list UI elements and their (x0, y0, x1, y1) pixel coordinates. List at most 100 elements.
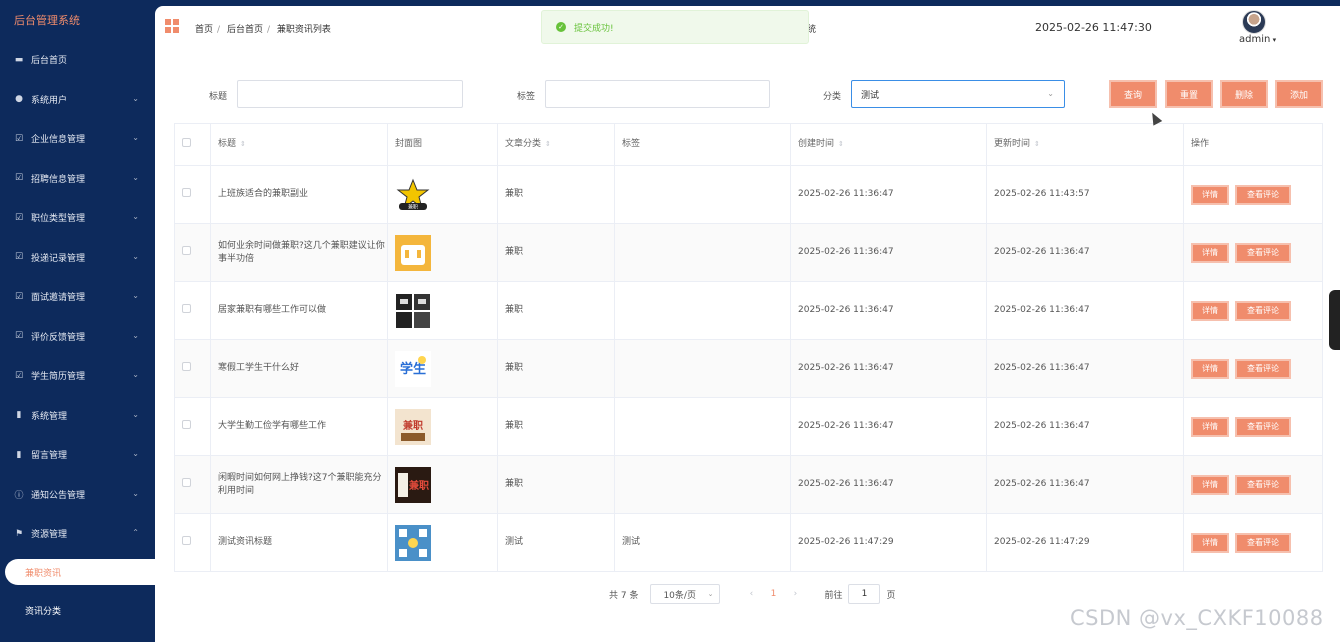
checkbox-icon: ☑ (14, 133, 24, 144)
delete-button[interactable]: 删除 (1220, 80, 1268, 108)
sidebar-item-label: 后台首页 (31, 56, 68, 67)
next-page-button[interactable]: › (784, 589, 806, 599)
sidebar-subitem-parttime-news[interactable]: 兼职资讯 (5, 559, 155, 585)
sidebar-item-feedback[interactable]: ☑ 评价反馈管理 ⌄ (0, 317, 155, 357)
row-checkbox[interactable] (182, 419, 191, 429)
page-number-current[interactable]: 1 (762, 589, 784, 599)
row-checkbox[interactable] (182, 187, 191, 197)
reset-button[interactable]: 重置 (1165, 80, 1213, 108)
sidebar-item-home[interactable]: ▬ 后台首页 (0, 40, 155, 80)
side-drawer-handle[interactable] (1329, 290, 1340, 350)
sidebar-item-resume[interactable]: ☑ 学生简历管理 ⌄ (0, 356, 155, 396)
row-cover: 兼职 (387, 397, 498, 456)
column-header-created[interactable]: 创建时间 ⇕ (790, 123, 987, 166)
chevron-down-icon: ⌄ (132, 212, 139, 221)
detail-button[interactable]: 详情 (1191, 242, 1229, 263)
row-checkbox[interactable] (182, 477, 191, 487)
detail-button[interactable]: 详情 (1191, 416, 1229, 437)
sidebar-item-messages[interactable]: ▮ 留言管理 ⌄ (0, 435, 155, 475)
pagination-total: 共 7 条 (609, 590, 639, 601)
cover-image-text: 兼职 (408, 203, 418, 210)
tag-filter-input[interactable] (545, 80, 770, 108)
menu-grid-icon[interactable] (165, 19, 179, 33)
view-comments-button[interactable]: 查看评论 (1235, 532, 1291, 553)
row-checkbox[interactable] (182, 245, 191, 255)
prev-page-button[interactable]: ‹ (740, 589, 762, 599)
sidebar-item-recruit[interactable]: ☑ 招聘信息管理 ⌄ (0, 159, 155, 199)
row-checkbox[interactable] (182, 361, 191, 371)
checkbox-icon: ☑ (14, 291, 24, 302)
category-select-value: 测试 (861, 90, 880, 101)
sidebar-item-label: 企业信息管理 (31, 135, 86, 146)
table-row: 大学生勤工俭学有哪些工作 兼职 兼职 2025-02-26 11:36:47 2… (174, 397, 1323, 456)
sidebar-item-delivery[interactable]: ☑ 投递记录管理 ⌄ (0, 238, 155, 278)
column-header-tag: 标签 (614, 123, 791, 166)
row-title: 闲暇时间如何网上挣钱?这7个兼职能充分利用时间 (210, 455, 388, 514)
sidebar-item-label: 资源管理 (31, 530, 68, 541)
breadcrumb-current: 兼职资讯列表 (276, 25, 331, 35)
search-button[interactable]: 查询 (1109, 80, 1157, 108)
row-checkbox[interactable] (182, 535, 191, 545)
cover-image (395, 234, 431, 271)
sidebar-item-jobtype[interactable]: ☑ 职位类型管理 ⌄ (0, 198, 155, 238)
sort-icon[interactable]: ⇕ (1034, 140, 1040, 148)
sidebar-subitem-news-category[interactable]: 资讯分类 (5, 597, 155, 623)
row-title: 大学生勤工俭学有哪些工作 (210, 397, 388, 456)
column-header-title[interactable]: 标题 ⇕ (210, 123, 388, 166)
sort-icon[interactable]: ⇕ (838, 140, 844, 148)
category-filter-label: 分类 (823, 92, 842, 102)
sidebar-item-interview[interactable]: ☑ 面试邀请管理 ⌄ (0, 277, 155, 317)
watermark: CSDN @vx_CXKF10088 (1070, 606, 1324, 630)
avatar[interactable] (1242, 10, 1266, 34)
monitor-icon: ▬ (14, 54, 24, 65)
title-filter-input[interactable] (237, 80, 463, 108)
detail-button[interactable]: 详情 (1191, 532, 1229, 553)
row-checkbox[interactable] (182, 303, 191, 313)
sidebar-item-label: 系统用户 (31, 95, 68, 106)
detail-button[interactable]: 详情 (1191, 300, 1229, 321)
page-size-select[interactable]: 10条/页 ⌄ (650, 584, 721, 604)
sidebar-item-label: 面试邀请管理 (31, 293, 86, 304)
detail-button[interactable]: 详情 (1191, 358, 1229, 379)
cover-image: 学生 (395, 350, 431, 387)
view-comments-button[interactable]: 查看评论 (1235, 300, 1291, 321)
breadcrumb-home[interactable]: 首页 (195, 25, 213, 35)
column-header-updated[interactable]: 更新时间 ⇕ (986, 123, 1184, 166)
row-title: 测试资讯标题 (210, 513, 388, 572)
sort-icon[interactable]: ⇕ (240, 140, 246, 148)
view-comments-button[interactable]: 查看评论 (1235, 358, 1291, 379)
chevron-down-icon: ⌄ (132, 488, 139, 498)
detail-button[interactable]: 详情 (1191, 474, 1229, 495)
category-select[interactable]: 测试 ⌄ (851, 80, 1065, 108)
sidebar-item-system[interactable]: ▮ 系统管理 ⌄ (0, 396, 155, 436)
select-all-checkbox[interactable] (182, 137, 191, 147)
sidebar-item-company[interactable]: ☑ 企业信息管理 ⌄ (0, 119, 155, 159)
column-header-category[interactable]: 文章分类 ⇕ (497, 123, 615, 166)
view-comments-button[interactable]: 查看评论 (1235, 184, 1291, 205)
chevron-down-icon: ⌄ (707, 590, 714, 598)
top-bar: 首页 / 后台首页 / 兼职资讯列表 统 ✓ 提交成功! 2025-02-26 11… (155, 6, 1340, 48)
detail-button[interactable]: 详情 (1191, 184, 1229, 205)
row-created: 2025-02-26 11:36:47 (790, 223, 987, 282)
view-comments-button[interactable]: 查看评论 (1235, 242, 1291, 263)
checkbox-icon: ☑ (14, 212, 24, 223)
breadcrumb-dashboard[interactable]: 后台首页 (227, 25, 263, 35)
checkbox-icon: ☑ (14, 252, 24, 263)
bar-chart-icon: ▮ (16, 449, 22, 460)
row-cover (387, 223, 498, 282)
sidebar: 后台管理系统 ▬ 后台首页 ● 系统用户 ⌄ ☑ 企业信息管理 ⌄ ☑ 招聘信息管理 ⌄ ☑ 职… (0, 0, 155, 642)
sidebar-item-notices[interactable]: ⓘ 通知公告管理 ⌄ (0, 475, 155, 515)
cover-image (395, 292, 431, 329)
add-button[interactable]: 添加 (1275, 80, 1323, 108)
view-comments-button[interactable]: 查看评论 (1235, 416, 1291, 437)
sidebar-item-resources[interactable]: ⚑ 资源管理 ⌃ (0, 514, 155, 554)
checkbox-icon: ☑ (14, 331, 24, 342)
filter-bar: 标题 标签 分类 测试 ⌄ 查询 重置 删除 添加 (155, 80, 1340, 110)
row-created: 2025-02-26 11:36:47 (790, 397, 987, 456)
sort-icon[interactable]: ⇕ (545, 140, 551, 148)
sidebar-item-users[interactable]: ● 系统用户 ⌄ (0, 80, 155, 120)
user-menu[interactable]: admin ▾ (1239, 34, 1276, 45)
goto-page-input[interactable]: 1 (848, 584, 881, 604)
user-icon: ● (15, 94, 23, 105)
view-comments-button[interactable]: 查看评论 (1235, 474, 1291, 495)
